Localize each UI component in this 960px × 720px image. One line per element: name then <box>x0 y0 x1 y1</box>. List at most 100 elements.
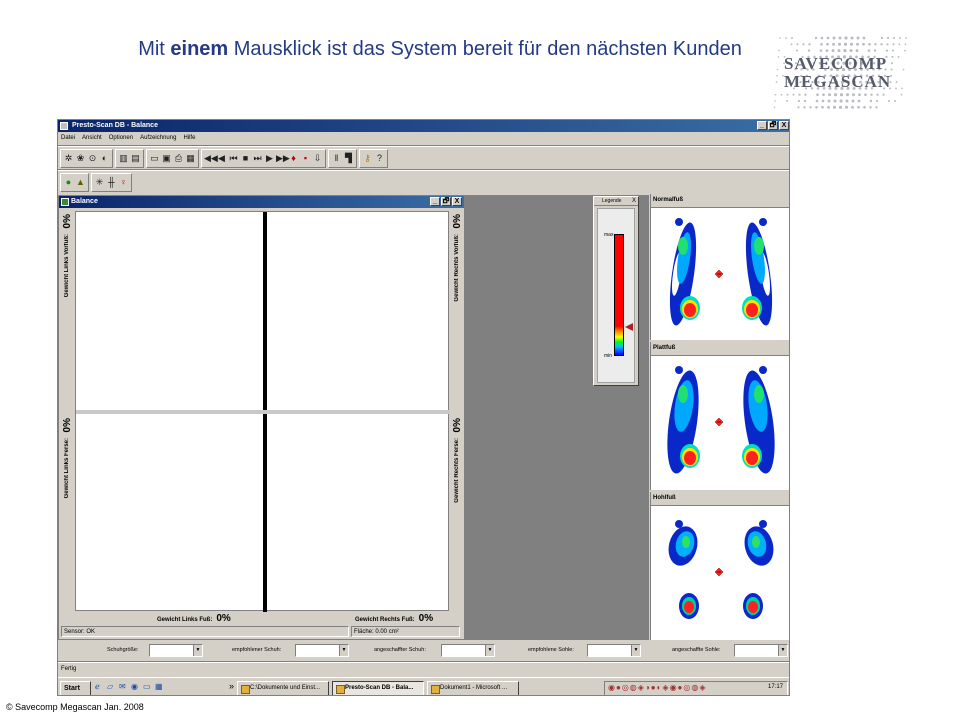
purchased-shoe-select[interactable]: ▼ <box>441 644 495 657</box>
recommended-shoe-select[interactable]: ▼ <box>295 644 349 657</box>
camera-icon[interactable]: ▪ <box>300 152 311 165</box>
stop-icon[interactable]: ■ <box>240 152 251 165</box>
recommended-sole-label: empfohlene Sohle: <box>528 647 574 653</box>
toe-pressure <box>759 218 767 226</box>
panel-flat-foot[interactable]: Plattfuß <box>650 342 790 490</box>
minimize-button[interactable]: _ <box>757 121 767 130</box>
asterisk-icon[interactable]: ✳ <box>94 176 105 189</box>
logo-dot <box>870 93 872 95</box>
logo-dot <box>870 100 872 102</box>
menu-aufzeichnung[interactable]: Aufzeichnung <box>140 132 176 145</box>
close-button[interactable]: X <box>779 121 789 130</box>
page-icon[interactable]: ▤ <box>130 152 141 165</box>
gait-icon[interactable]: ▲ <box>75 176 86 189</box>
balance-grid-icon[interactable]: ╫ <box>106 176 117 189</box>
balance-minimize-button[interactable]: _ <box>430 197 440 206</box>
sun-icon[interactable]: ✲ <box>63 152 74 165</box>
panel-normal-foot[interactable]: Normalfuß <box>650 194 790 340</box>
download-icon[interactable]: ⇩ <box>312 152 323 165</box>
play-icon[interactable]: ▶ <box>264 152 275 165</box>
forefoot-pressure-high <box>678 385 688 403</box>
flower-icon[interactable]: ❀ <box>75 152 86 165</box>
secondary-toolbar: ● ▲ ✳ ╫ ♀ <box>60 172 132 192</box>
key-icon[interactable]: ⚷ <box>362 152 373 165</box>
left-foot-percent: 0% <box>216 613 230 624</box>
menu-datei[interactable]: Datei <box>61 132 75 145</box>
open-icon[interactable]: ▭ <box>149 152 160 165</box>
main-toolbar: ✲ ❀ ⊙ ◐ ▥ ▤ ▭ ▣ ⎙ ▦ ◀◀ ◀ ⏮ ■ ⏭ ▶ ▶▶ ♦ ▪ … <box>60 148 388 168</box>
fast-forward-icon[interactable]: ▶▶ <box>276 152 287 165</box>
left-foot-text: Gewicht Links Fuß: <box>157 617 212 623</box>
preview-icon[interactable]: ▦ <box>185 152 196 165</box>
app-icon <box>60 122 68 130</box>
chevron-down-icon[interactable]: ▼ <box>193 645 202 656</box>
restore-button[interactable]: 🗗 <box>768 121 778 130</box>
logo-dot <box>863 106 866 109</box>
logo-dot <box>857 106 860 109</box>
menu-hilfe[interactable]: Hilfe <box>183 132 195 145</box>
menu-ansicht[interactable]: Ansicht <box>82 132 102 145</box>
chevron-down-icon[interactable]: ▼ <box>339 645 348 656</box>
chevron-down-icon[interactable]: ▼ <box>631 645 640 656</box>
logo-dot <box>778 50 780 52</box>
taskbar-chevron[interactable]: » <box>229 681 234 691</box>
chart-icon[interactable]: ▜ <box>343 152 354 165</box>
person-icon[interactable]: ♀ <box>118 176 129 189</box>
legend-marker-icon[interactable] <box>625 323 633 331</box>
task-explorer[interactable]: C:\Dokumente und Einst... <box>237 681 329 696</box>
quick-launch: ℯ ▱ ✉ ◉ ▭ ▦ <box>95 682 164 692</box>
mail-icon[interactable]: ✉ <box>119 682 128 692</box>
start-button[interactable]: Start <box>60 681 91 696</box>
task-presto-scan[interactable]: Presto-Scan DB - Bala... <box>332 681 424 696</box>
tray-icons[interactable]: ◉●◎◍◈◑●◐◈◉●◎◍◈ <box>608 683 707 692</box>
logo-dot <box>827 37 830 40</box>
logo-dot <box>791 43 793 45</box>
balance-close-button[interactable]: X <box>452 197 462 206</box>
logo-dot <box>882 94 884 96</box>
green-foot-icon[interactable]: ● <box>63 176 74 189</box>
forefoot-pressure-high <box>678 237 688 255</box>
logo-dot <box>833 106 836 109</box>
legend-window[interactable]: Legende X max min <box>593 196 639 386</box>
balance-titlebar: Balance _ 🗗 X <box>59 196 464 208</box>
balance-plot[interactable] <box>75 211 449 611</box>
media-icon[interactable]: ◉ <box>131 682 140 692</box>
browser-icon[interactable]: ℯ <box>95 682 104 692</box>
folder-icon[interactable]: ▱ <box>107 682 116 692</box>
pages-icon[interactable]: ▥ <box>118 152 129 165</box>
first-frame-icon[interactable]: ⏮ <box>228 152 239 165</box>
desktop-icon[interactable]: ▭ <box>143 682 152 692</box>
logo-dot <box>809 106 811 108</box>
legend-close-button[interactable]: X <box>632 198 636 204</box>
logo-dot <box>798 100 800 102</box>
logo-dot <box>816 93 819 96</box>
shoe-size-select[interactable]: ▼ <box>149 644 203 657</box>
logo-dot <box>894 100 896 102</box>
foot-icon[interactable]: ◐ <box>99 152 110 165</box>
save-icon[interactable]: ▣ <box>161 152 172 165</box>
record-icon[interactable]: ♦ <box>288 152 299 165</box>
flat-foot-image <box>651 356 790 489</box>
chevron-down-icon[interactable]: ▼ <box>778 645 787 656</box>
help-icon[interactable]: ? <box>374 152 385 165</box>
logo-dot <box>816 100 819 103</box>
balance-restore-button[interactable]: 🗗 <box>441 197 451 206</box>
toolbar-group-view: ▥ ▤ <box>115 149 144 168</box>
menu-optionen[interactable]: Optionen <box>109 132 133 145</box>
step-back-icon[interactable]: ◀ <box>216 152 227 165</box>
last-frame-icon[interactable]: ⏭ <box>252 152 263 165</box>
task-word[interactable]: Dokument1 - Microsoft ... <box>427 681 519 696</box>
logo-dot <box>858 100 861 103</box>
columns-icon[interactable]: ‖ <box>331 152 342 165</box>
legend-title: Legende <box>602 198 621 204</box>
calc-icon[interactable]: ▦ <box>155 682 164 692</box>
purchased-sole-select[interactable]: ▼ <box>734 644 788 657</box>
chevron-down-icon[interactable]: ▼ <box>485 645 494 656</box>
logo-dot <box>821 106 824 109</box>
print-icon[interactable]: ⎙ <box>173 152 184 165</box>
logo-dot <box>891 62 893 64</box>
recommended-sole-select[interactable]: ▼ <box>587 644 641 657</box>
panel-high-arch-foot[interactable]: Hohlfuß <box>650 492 790 640</box>
magnify-icon[interactable]: ⊙ <box>87 152 98 165</box>
rewind-icon[interactable]: ◀◀ <box>204 152 215 165</box>
